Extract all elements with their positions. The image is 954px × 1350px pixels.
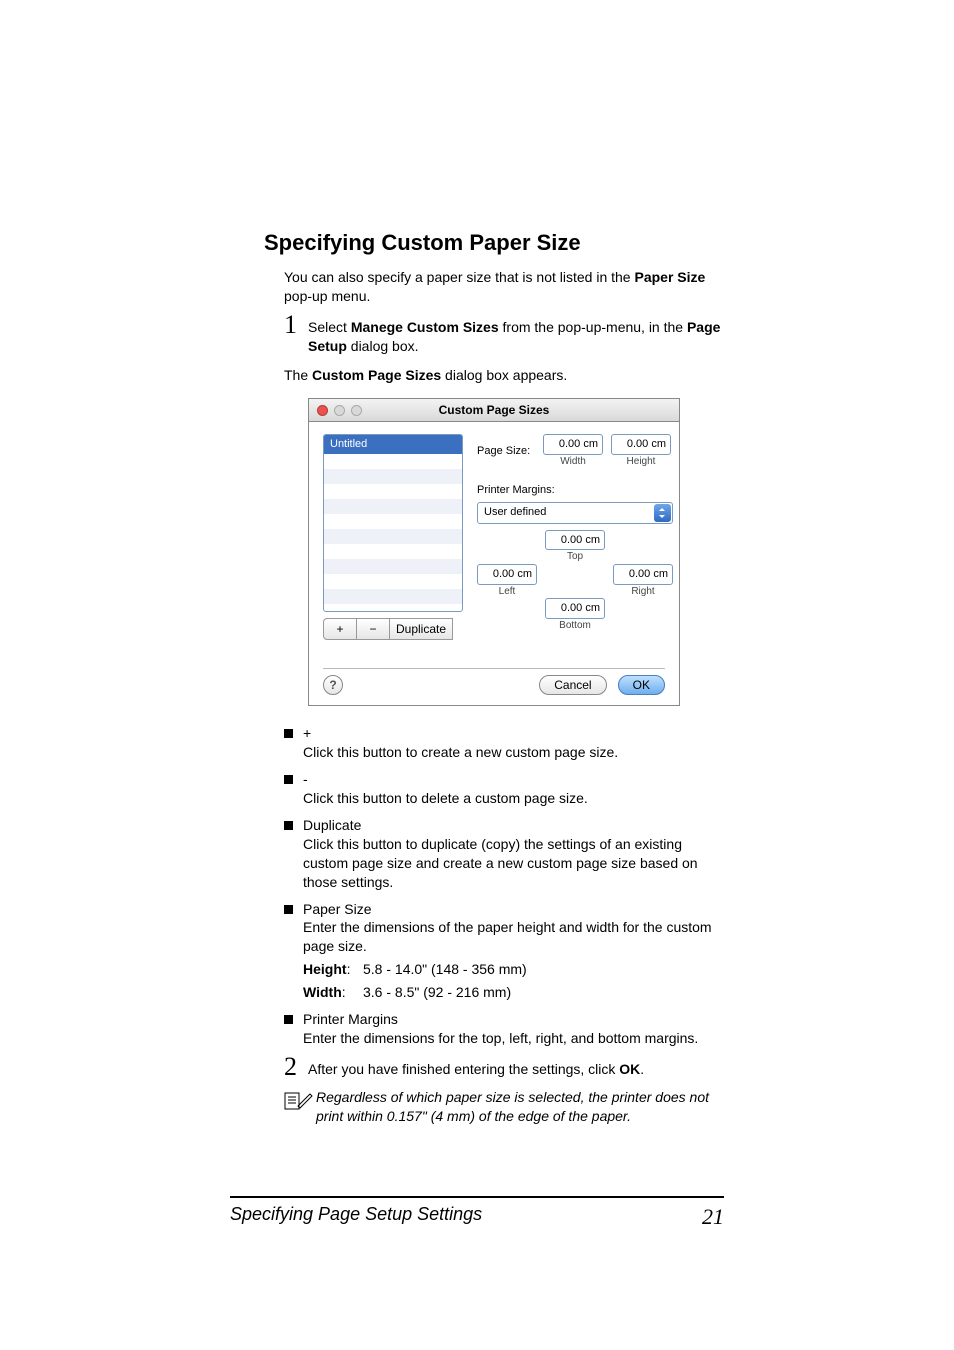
footer-title: Specifying Page Setup Settings (230, 1204, 482, 1230)
square-bullet-icon (284, 1015, 293, 1024)
step-number: 2 (284, 1054, 308, 1080)
margins-grid: 0.00 cmTop 0.00 cmLeft 0.00 cmRight 0.00… (477, 530, 673, 633)
note-text: Regardless of which paper size is select… (316, 1088, 724, 1126)
list-item-selected[interactable]: Untitled (324, 435, 462, 454)
dialog-title: Custom Page Sizes (309, 402, 679, 418)
settings-column: Page Size: 0.00 cm Width 0.00 cm Height … (477, 434, 673, 640)
size-list-column: Untitled + − Duplicate (323, 434, 463, 640)
step-text: After you have finished entering the set… (308, 1054, 724, 1079)
page-size-label: Page Size: (477, 444, 535, 459)
bullet-heading: Printer Margins (303, 1010, 724, 1029)
bullet-text: Click this button to duplicate (copy) th… (303, 835, 724, 892)
square-bullet-icon (284, 905, 293, 914)
note: Regardless of which paper size is select… (284, 1088, 724, 1126)
ok-term: OK (619, 1061, 640, 1077)
width-caption: Width (543, 455, 603, 469)
margin-top-field[interactable]: 0.00 cm (545, 530, 605, 551)
bullet-text: Enter the dimensions of the paper height… (303, 918, 724, 956)
margin-bottom-caption: Bottom (545, 619, 605, 633)
bullet-heading: - (303, 770, 724, 789)
margin-bottom-field[interactable]: 0.00 cm (545, 598, 605, 619)
menu-item-name: Manege Custom Sizes (351, 319, 499, 335)
step-number: 1 (284, 312, 308, 338)
margin-left-caption: Left (477, 585, 537, 599)
bullet-heading: Paper Size (303, 900, 724, 919)
text: dialog box. (347, 338, 419, 354)
bullet-minus: -Click this button to delete a custom pa… (284, 770, 724, 808)
bullet-text: Click this button to create a new custom… (303, 743, 724, 762)
step-text: Select Manege Custom Sizes from the pop-… (308, 312, 724, 356)
spec-key: Height (303, 961, 347, 977)
bullet-paper-size: Paper Size Enter the dimensions of the p… (284, 900, 724, 1002)
text: pop-up menu. (284, 288, 370, 304)
page-number: 21 (702, 1204, 724, 1230)
dialog-body: Untitled + − Duplicate Page Size: (309, 422, 679, 705)
text: . (640, 1061, 644, 1077)
margin-top-caption: Top (545, 550, 605, 564)
text: from the pop-up-menu, in the (499, 319, 687, 335)
bullet-list-wrapper: +Click this button to create a new custo… (284, 724, 724, 1047)
chevron-updown-icon (654, 504, 671, 522)
section-heading: Specifying Custom Paper Size (264, 230, 724, 256)
spec-value: 3.6 - 8.5" (92 - 216 mm) (363, 983, 511, 1002)
margin-right-field[interactable]: 0.00 cm (613, 564, 673, 585)
list-button-bar: + − Duplicate (323, 618, 463, 640)
remove-button[interactable]: − (356, 618, 390, 640)
margins-select[interactable]: User defined (477, 502, 673, 524)
page-footer: Specifying Page Setup Settings 21 (230, 1196, 724, 1230)
text: dialog box appears. (441, 367, 567, 383)
margin-right-caption: Right (613, 585, 673, 599)
text: After you have finished entering the set… (308, 1061, 619, 1077)
printer-margins-label: Printer Margins: (477, 483, 673, 498)
width-field[interactable]: 0.00 cm (543, 434, 603, 455)
step-2: 2 After you have finished entering the s… (284, 1054, 724, 1080)
bullet-text: Click this button to delete a custom pag… (303, 789, 724, 808)
bullet-heading: Duplicate (303, 816, 724, 835)
dialog-footer: ? Cancel OK (323, 675, 665, 695)
bullet-text: Enter the dimensions for the top, left, … (303, 1029, 724, 1048)
bullet-duplicate: DuplicateClick this button to duplicate … (284, 816, 724, 892)
text: You can also specify a paper size that i… (284, 269, 634, 285)
text: Select (308, 319, 351, 335)
select-value: User defined (484, 505, 546, 520)
custom-page-sizes-dialog: Custom Page Sizes Untitled + − Duplicate (308, 398, 680, 706)
dialog-titlebar: Custom Page Sizes (309, 399, 679, 422)
height-caption: Height (611, 455, 671, 469)
square-bullet-icon (284, 821, 293, 830)
dialog-name: Custom Page Sizes (312, 367, 441, 383)
spec-key: Width (303, 984, 342, 1000)
step-1: 1 Select Manege Custom Sizes from the po… (284, 312, 724, 356)
text: The (284, 367, 312, 383)
bullet-list: +Click this button to create a new custo… (284, 724, 724, 1047)
spec-height: Height:5.8 - 14.0" (148 - 356 mm) (303, 960, 724, 979)
divider (323, 668, 665, 669)
square-bullet-icon (284, 729, 293, 738)
intro-paragraph: You can also specify a paper size that i… (284, 268, 724, 306)
spec-value: 5.8 - 14.0" (148 - 356 mm) (363, 960, 527, 979)
result-paragraph: The Custom Page Sizes dialog box appears… (284, 366, 724, 385)
bullet-plus: +Click this button to create a new custo… (284, 724, 724, 762)
bullet-heading: + (303, 724, 724, 743)
footer-divider (230, 1196, 724, 1198)
ok-button[interactable]: OK (618, 675, 665, 695)
paper-size-term: Paper Size (634, 269, 705, 285)
help-button[interactable]: ? (323, 675, 343, 695)
page: Specifying Custom Paper Size You can als… (0, 0, 954, 1350)
duplicate-button[interactable]: Duplicate (389, 618, 453, 640)
note-icon (284, 1090, 316, 1117)
spec-width: Width:3.6 - 8.5" (92 - 216 mm) (303, 983, 724, 1002)
height-field[interactable]: 0.00 cm (611, 434, 671, 455)
cancel-button[interactable]: Cancel (539, 675, 606, 695)
add-button[interactable]: + (323, 618, 357, 640)
bullet-printer-margins: Printer MarginsEnter the dimensions for … (284, 1010, 724, 1048)
margin-left-field[interactable]: 0.00 cm (477, 564, 537, 585)
size-list[interactable]: Untitled (323, 434, 463, 612)
square-bullet-icon (284, 775, 293, 784)
